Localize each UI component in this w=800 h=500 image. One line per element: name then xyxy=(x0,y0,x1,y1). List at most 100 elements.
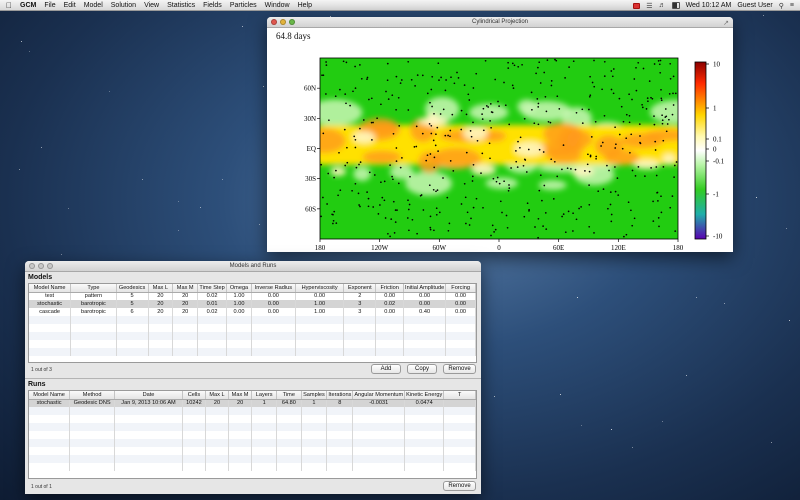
particle xyxy=(572,60,575,63)
menu-file[interactable]: File xyxy=(44,2,55,9)
particle xyxy=(400,79,403,81)
remove-model-button[interactable]: Remove xyxy=(443,364,476,374)
close-button[interactable] xyxy=(271,19,277,25)
field-blob xyxy=(662,153,676,165)
menu-model[interactable]: Model xyxy=(84,2,103,9)
spotlight-search-icon[interactable]: ⚲ xyxy=(779,2,784,10)
table-cell xyxy=(251,455,278,463)
particle xyxy=(641,106,644,109)
models-column-header[interactable]: Model Name xyxy=(29,284,72,293)
close-button[interactable] xyxy=(29,263,35,269)
table-row[interactable] xyxy=(29,439,476,447)
zoom-button[interactable] xyxy=(47,263,53,269)
table-row[interactable] xyxy=(29,423,476,431)
table-row[interactable] xyxy=(29,431,476,439)
models-column-header[interactable]: Omega xyxy=(226,284,252,293)
table-row[interactable]: test pattern 5 20 20 0.02 1.00 0.00 0.00 2 0.00 0.0… xyxy=(29,292,476,300)
runs-column-header[interactable]: Max M xyxy=(228,391,253,400)
table-cell xyxy=(251,348,296,356)
battery-icon[interactable] xyxy=(671,2,680,9)
models-table[interactable]: Model Name Type Geodesics Max L Max M Time St… xyxy=(28,283,477,363)
table-cell xyxy=(403,316,447,324)
notification-list-icon[interactable]: ≡ xyxy=(790,2,794,9)
table-cell xyxy=(116,348,149,356)
table-row[interactable] xyxy=(29,463,476,471)
apple-menu-icon[interactable]:  xyxy=(6,1,12,10)
table-row[interactable] xyxy=(29,316,476,324)
models-column-header[interactable]: Max M xyxy=(172,284,199,293)
models-column-header[interactable]: Hyperviscosity xyxy=(295,284,345,293)
models-column-header[interactable]: Friction xyxy=(375,284,405,293)
particle xyxy=(608,169,610,172)
table-row[interactable] xyxy=(29,332,476,340)
star xyxy=(41,147,42,148)
runs-table[interactable]: Model Name Method Date Cells Max L Max M Layer… xyxy=(28,390,477,479)
menu-help[interactable]: Help xyxy=(298,2,312,9)
runs-column-header[interactable]: Kinetic Energy xyxy=(404,391,445,400)
models-column-header[interactable]: Inverse Radius xyxy=(251,284,296,293)
table-row[interactable] xyxy=(29,415,476,423)
projection-window-titlebar[interactable]: Cylindrical Projection ↗ xyxy=(267,17,733,28)
table-row[interactable] xyxy=(29,407,476,415)
runs-column-header[interactable]: Max L xyxy=(205,391,229,400)
minimize-button[interactable] xyxy=(38,263,44,269)
runs-column-header[interactable]: Date xyxy=(114,391,183,400)
table-cell xyxy=(197,316,228,324)
models-column-header[interactable]: Max L xyxy=(148,284,174,293)
remove-run-button[interactable]: Remove xyxy=(443,481,476,491)
table-row[interactable]: cascade barotropic 6 20 20 0.02 0.00 0.00 1.00 3 0… xyxy=(29,308,476,316)
particle xyxy=(481,113,483,115)
menu-solution[interactable]: Solution xyxy=(111,2,136,9)
particle xyxy=(516,166,519,168)
table-row[interactable]: stochastic barotropic 5 20 20 0.01 1.00 0.00 1.0… xyxy=(29,300,476,308)
particle xyxy=(367,197,370,200)
runs-column-header[interactable]: Layers xyxy=(251,391,278,400)
runs-column-header[interactable]: Samples xyxy=(301,391,328,400)
particle xyxy=(399,166,402,169)
table-row[interactable] xyxy=(29,455,476,463)
menu-fields[interactable]: Fields xyxy=(203,2,222,9)
table-row[interactable] xyxy=(29,324,476,332)
menu-window[interactable]: Window xyxy=(265,2,290,9)
menu-bar:  GCM File Edit Model Solution View Stat… xyxy=(0,0,800,11)
menubar-clock[interactable]: Wed 10:12 AM xyxy=(686,2,732,9)
star xyxy=(611,429,612,430)
models-column-header[interactable]: Forcing xyxy=(445,284,476,293)
menu-edit[interactable]: Edit xyxy=(64,2,76,9)
runs-column-header[interactable]: Method xyxy=(69,391,116,400)
models-column-header[interactable]: Time Step xyxy=(197,284,228,293)
runs-column-header[interactable]: Model Name xyxy=(29,391,71,400)
volume-icon[interactable]: ♬ xyxy=(659,2,666,9)
particle xyxy=(472,121,474,124)
models-column-header[interactable]: Exponent xyxy=(343,284,377,293)
particle xyxy=(429,101,431,104)
runs-column-header[interactable]: Cells xyxy=(182,391,206,400)
models-column-header[interactable]: Initial Amplitude xyxy=(403,284,447,293)
particle xyxy=(614,166,616,168)
copy-model-button[interactable]: Copy xyxy=(407,364,437,374)
table-row[interactable]: stochastic Geodesic DNS Jan 9, 2013 10:06 … xyxy=(29,399,476,407)
runs-column-header[interactable]: T xyxy=(443,391,476,400)
models-column-header[interactable]: Type xyxy=(70,284,117,293)
models-window-titlebar[interactable]: Models and Runs xyxy=(25,261,481,272)
field-blob xyxy=(571,166,595,177)
runs-column-header[interactable]: Time xyxy=(276,391,302,400)
particle xyxy=(492,177,495,180)
models-column-header[interactable]: Geodesics xyxy=(116,284,149,293)
table-row[interactable] xyxy=(29,348,476,356)
menu-particles[interactable]: Particles xyxy=(230,2,257,9)
wifi-icon[interactable]: ☰ xyxy=(646,2,652,10)
menubar-user[interactable]: Guest User xyxy=(737,2,772,9)
runs-column-header[interactable]: Iterations xyxy=(326,391,354,400)
menu-view[interactable]: View xyxy=(144,2,159,9)
table-row[interactable] xyxy=(29,447,476,455)
field-blob xyxy=(425,113,440,127)
menu-statistics[interactable]: Statistics xyxy=(167,2,195,9)
add-model-button[interactable]: Add xyxy=(371,364,401,374)
menu-app-name[interactable]: GCM xyxy=(20,2,36,9)
input-source-icon[interactable] xyxy=(633,2,641,9)
runs-column-header[interactable]: Angular Momentum xyxy=(352,391,406,400)
table-row[interactable] xyxy=(29,340,476,348)
minimize-button[interactable] xyxy=(280,19,286,25)
zoom-button[interactable] xyxy=(289,19,295,25)
